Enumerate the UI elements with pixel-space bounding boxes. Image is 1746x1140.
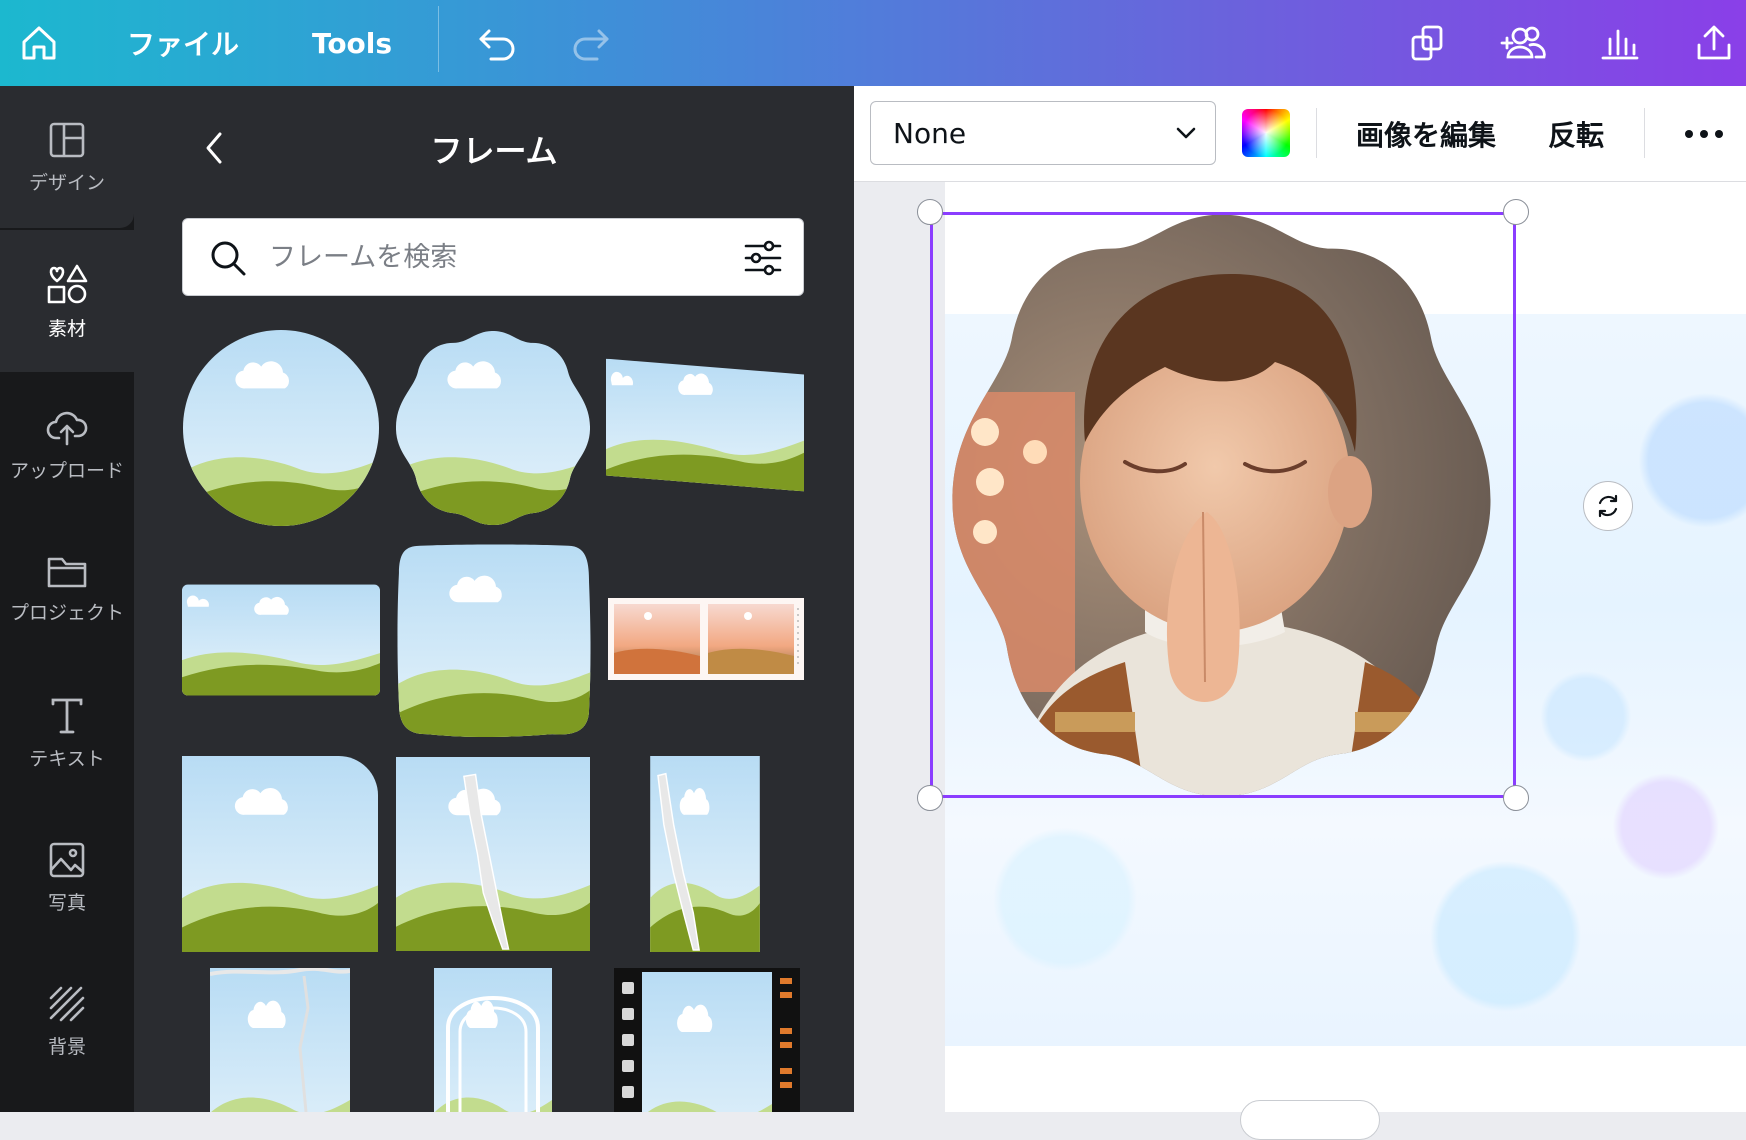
rail-item-projects[interactable]: プロジェクト <box>0 518 134 660</box>
rail-item-photos[interactable]: 写真 <box>0 806 134 948</box>
more-dots-icon <box>1685 130 1723 138</box>
search-box[interactable] <box>182 218 804 296</box>
rail-item-label: アップロード <box>9 459 124 482</box>
redo-icon <box>573 29 609 61</box>
rail-item-background[interactable]: 背景 <box>0 950 134 1092</box>
undo-icon <box>479 29 515 61</box>
rotate-handle[interactable] <box>1583 481 1633 531</box>
resize-handle-top-left[interactable] <box>917 199 943 225</box>
frame-film-strip[interactable] <box>614 968 800 1112</box>
copy-pages-icon <box>1411 25 1443 61</box>
edit-image-button[interactable]: 画像を編集 <box>1356 86 1496 182</box>
panel-title: フレーム <box>430 132 558 170</box>
background-icon <box>49 986 85 1021</box>
rail-item-label: 背景 <box>47 1035 86 1058</box>
search-icon <box>211 241 246 276</box>
rail-item-label: プロジェクト <box>9 601 124 624</box>
resize-handle-top-right[interactable] <box>1503 199 1529 225</box>
add-people-icon <box>1500 26 1546 59</box>
resize-handle-bottom-right[interactable] <box>1503 785 1529 811</box>
elements-icon <box>47 264 88 303</box>
frame-scalloped[interactable] <box>394 329 592 527</box>
file-menu[interactable]: ファイル <box>124 0 242 86</box>
frame-one-round-corner[interactable] <box>182 756 378 952</box>
bar-chart-icon <box>1601 29 1639 60</box>
page-controls-pill[interactable] <box>1240 1100 1380 1140</box>
toolbar-divider <box>1316 108 1317 158</box>
text-icon <box>51 698 83 733</box>
toolbar-divider <box>1644 108 1645 158</box>
frame-torn-paper[interactable] <box>210 968 350 1112</box>
search-input[interactable] <box>269 219 739 295</box>
frame-circle[interactable] <box>182 329 380 527</box>
rail-item-label: 素材 <box>47 317 86 340</box>
frame-photo-strip[interactable] <box>608 598 804 680</box>
folder-icon <box>47 557 87 587</box>
layout-icon <box>49 122 85 157</box>
rail-item-uploads[interactable]: アップロード <box>0 374 134 516</box>
frame-torn-vertical[interactable] <box>396 756 590 952</box>
chevron-down-icon <box>1176 127 1196 139</box>
frame-torn-narrow[interactable] <box>650 756 760 952</box>
color-picker-swatch[interactable] <box>1242 109 1290 157</box>
flip-button[interactable]: 反転 <box>1548 86 1604 182</box>
frame-squircle[interactable] <box>396 544 592 738</box>
rail-item-label: テキスト <box>29 747 105 770</box>
photo-icon <box>49 842 85 877</box>
undo-button[interactable] <box>474 0 522 86</box>
filter-sliders-icon[interactable] <box>743 239 783 277</box>
frame-arch-outline[interactable] <box>434 968 552 1112</box>
selection-box <box>930 212 1516 798</box>
upload-cloud-icon <box>46 411 88 445</box>
filter-select[interactable]: None <box>870 101 1216 165</box>
top-bar: ファイル Tools <box>0 0 1746 86</box>
resize-handle-bottom-left[interactable] <box>917 785 943 811</box>
frame-skewed[interactable] <box>606 358 804 492</box>
redo-button[interactable] <box>566 0 614 86</box>
upload-icon <box>1697 25 1731 60</box>
home-icon <box>22 26 56 60</box>
frames-panel: フレーム <box>134 86 854 1112</box>
context-toolbar: None 画像を編集 反転 <box>854 86 1746 182</box>
frame-rounded-landscape[interactable] <box>182 584 380 696</box>
topbar-divider <box>438 6 439 72</box>
rail-item-text[interactable]: テキスト <box>0 662 134 804</box>
analytics-button[interactable] <box>1596 0 1644 86</box>
resize-button[interactable] <box>1404 0 1452 86</box>
rail-item-label: デザイン <box>28 171 105 194</box>
share-export-button[interactable] <box>1690 0 1738 86</box>
home-button[interactable] <box>14 0 64 86</box>
rail-item-design[interactable]: デザイン <box>0 86 134 228</box>
rail-item-elements[interactable]: 素材 <box>0 230 134 372</box>
rail-item-label: 写真 <box>47 891 86 914</box>
share-collaborators-button[interactable] <box>1496 0 1552 86</box>
rotate-icon <box>1598 494 1618 518</box>
side-rail: デザイン 素材 アップロード プロジェクト テキスト 写真 背景 <box>0 86 134 1112</box>
filter-select-value: None <box>893 116 967 150</box>
tools-menu[interactable]: Tools <box>312 0 392 86</box>
more-options-button[interactable] <box>1674 86 1734 182</box>
